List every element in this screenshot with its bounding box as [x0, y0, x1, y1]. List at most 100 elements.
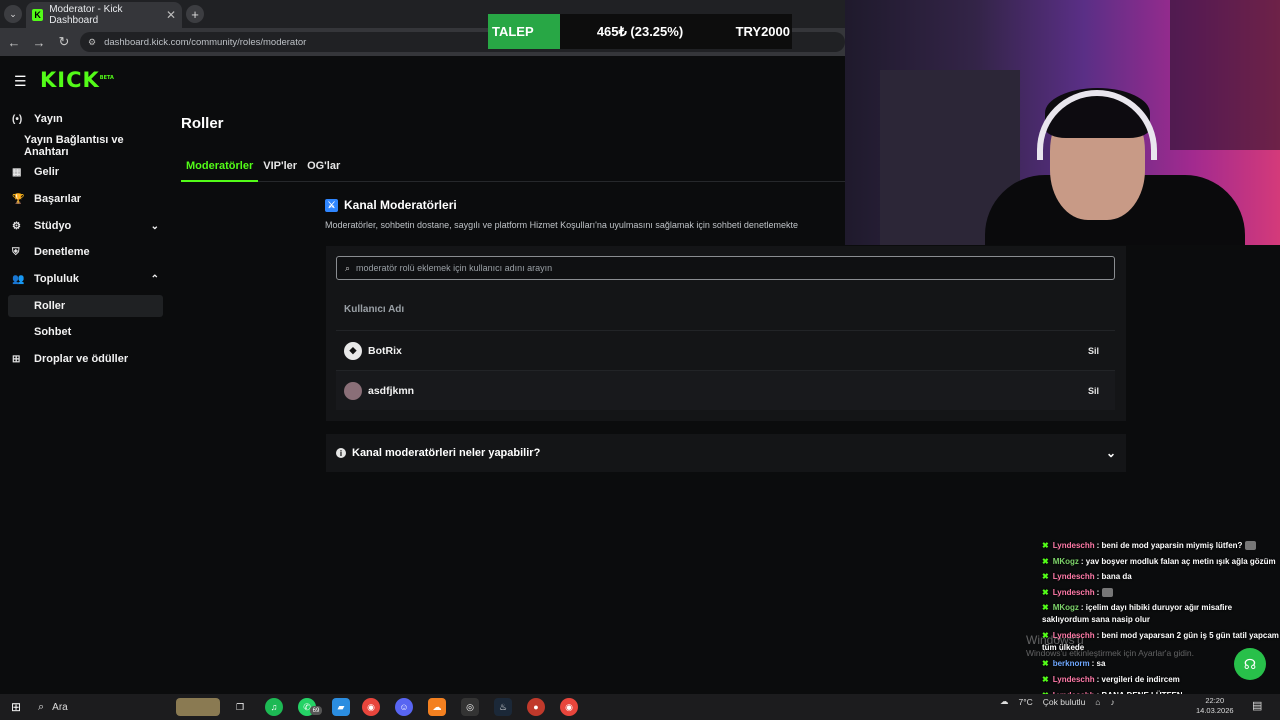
system-tray: ☁ 7°C Çok bulutlu ⌂ ♪ — [1000, 696, 1125, 707]
plus-icon: + — [191, 6, 199, 22]
chat-text: : yav boşver modluk falan aç metin ışık … — [1080, 556, 1276, 566]
emote-icon — [1245, 541, 1257, 551]
reload-icon[interactable]: ↻ — [53, 34, 75, 50]
moderator-name: asdfjkmn — [368, 384, 415, 397]
sidebar-item-label: Stüdyo — [34, 220, 72, 232]
remove-moderator-button[interactable]: Sil — [1088, 346, 1099, 356]
sidebar-item-label: Topluluk — [34, 273, 80, 285]
chrome-icon[interactable]: ◉ — [362, 698, 380, 716]
cloudflare-icon[interactable]: ☁ — [428, 698, 446, 716]
section-title: ⚔ Kanal Moderatörleri — [325, 198, 457, 212]
windows-start-icon[interactable]: ⊞ — [0, 700, 32, 714]
watermark-line1: Windows'u — [1026, 633, 1084, 647]
taskbar-search[interactable]: ⌕ Ara — [32, 694, 162, 720]
community-icon: 👥 — [12, 273, 25, 285]
chat-message: ✖ MKogz: yav boşver modluk falan aç metin… — [1038, 554, 1280, 570]
moderator-row: ◆ BotRix Sil — [336, 330, 1115, 370]
moderator-search-input[interactable]: ⌕ moderatör rolü eklemek için kullanıcı … — [336, 256, 1115, 280]
info-icon: i — [336, 448, 346, 458]
sidebar-item-studyo[interactable]: ⚙ Stüdyo ⌄ — [8, 215, 163, 237]
chat-text: : beni de mod yaparsin miymiş lütfen? — [1096, 541, 1243, 550]
url-text: dashboard.kick.com/community/roles/moder… — [104, 36, 307, 48]
chat-text: : bana da — [1096, 572, 1132, 582]
steam-icon[interactable]: ♨ — [494, 698, 512, 716]
notification-icon[interactable]: ▤ — [1252, 699, 1262, 712]
news-widget-icon[interactable] — [176, 698, 220, 716]
sidebar-item-gelir[interactable]: ▦ Gelir — [8, 161, 163, 183]
ticker-goal: TRY2000 — [735, 24, 790, 39]
search-placeholder: moderatör rolü eklemek için kullanıcı ad… — [356, 263, 553, 273]
kick-logo[interactable]: KICKBETA — [40, 68, 114, 92]
chat-username: Lyndeschh — [1052, 674, 1095, 684]
sidebar-item-topluluk[interactable]: 👥 Topluluk ⌃ — [8, 268, 163, 290]
weather-temp: 7°C — [1018, 696, 1033, 707]
chevron-up-icon: ⌃ — [150, 273, 159, 285]
browser-tab[interactable]: K Moderator - Kick Dashboard ✕ — [26, 2, 182, 28]
chat-username: Lyndeschh — [1052, 541, 1095, 550]
kick-badge-icon: ✖ — [1042, 674, 1049, 684]
headset-icon: ☊ — [1243, 655, 1257, 672]
new-tab-button[interactable]: + — [186, 5, 204, 23]
tab-moderators[interactable]: Moderatörler — [181, 158, 259, 182]
chat-username: MKogz — [1052, 603, 1079, 613]
file-explorer-icon[interactable]: ▰ — [332, 698, 350, 716]
spotify-icon[interactable]: ♫ — [265, 698, 283, 716]
page-title: Roller — [181, 115, 224, 132]
support-chat-button[interactable]: ☊ — [1234, 648, 1266, 680]
sidebar-item-label: Başarılar — [34, 193, 82, 205]
sidebar-item-label: Droplar ve ödüller — [34, 353, 129, 365]
faq-accordion[interactable]: i Kanal moderatörleri neler yapabilir? ⌄ — [326, 434, 1126, 472]
sidebar-item-label: Denetleme — [34, 246, 90, 258]
back-icon[interactable]: ← — [3, 35, 25, 50]
chat-message: ✖ Lyndeschh: beni de mod yaparsin miymiş … — [1038, 538, 1280, 554]
chat-username: berknorm — [1052, 659, 1090, 669]
watermark-line2: Windows'u etkinleştirmek için Ayarlar'a … — [1026, 648, 1194, 658]
chat-username: Lyndeschh — [1052, 572, 1095, 582]
chat-message: ✖ MKogz: içelim dayı hibiki duruyor ağır … — [1038, 600, 1280, 628]
gear-icon: ⚙ — [12, 220, 21, 232]
sidebar-item-roller[interactable]: Roller — [8, 295, 163, 317]
discord-icon[interactable]: ☺ — [395, 698, 413, 716]
sidebar-item-label: Sohbet — [34, 326, 72, 338]
remove-moderator-button[interactable]: Sil — [1088, 386, 1099, 396]
sidebar-item-sohbet[interactable]: Sohbet — [8, 321, 163, 343]
volume-icon[interactable]: ♪ — [1110, 697, 1114, 707]
tab-list-button[interactable]: ⌄ — [4, 5, 22, 23]
chat-text: : vergileri de indircem — [1096, 674, 1180, 684]
windows-activation-watermark: Windows'u Windows'u etkinleştirmek için … — [1026, 634, 1194, 660]
tab-vips[interactable]: VIP'ler — [258, 158, 302, 182]
sidebar-item-droplar[interactable]: ⊞ Droplar ve ödüller — [8, 348, 163, 370]
forward-icon[interactable]: → — [28, 35, 50, 50]
tab-ogs[interactable]: OG'lar — [302, 158, 345, 182]
network-icon[interactable]: ⌂ — [1095, 697, 1100, 707]
obs-icon[interactable]: ◎ — [461, 698, 479, 716]
emote-icon — [1102, 588, 1114, 598]
ticker-amount: 465₺ (23.25%) — [596, 23, 684, 39]
whatsapp-badge: 69 — [310, 706, 322, 715]
sidebar-item-denetleme[interactable]: ⛨ Denetleme — [8, 241, 163, 263]
chat-username: Lyndeschh — [1052, 587, 1095, 597]
avatar — [344, 381, 362, 400]
chat-message: ✖ Lyndeschh: — [1038, 585, 1280, 601]
taskbar-clock[interactable]: 22:20 14.03.2026 — [1196, 696, 1234, 716]
menu-icon[interactable]: ☰ — [14, 73, 27, 90]
sidebar-item-yayin[interactable]: (•) Yayın — [8, 108, 163, 130]
sidebar-item-stream-key[interactable]: Yayın Bağlantısı ve Anahtarı — [8, 134, 163, 158]
sidebar-item-basarilar[interactable]: 🏆 Başarılar — [8, 188, 163, 210]
moderator-row: asdfjkmn Sil — [336, 370, 1115, 410]
donation-ticker: TALEP 465₺ (23.25%) TRY2000 — [488, 14, 792, 49]
close-tab-icon[interactable]: ✕ — [166, 8, 176, 22]
weather-icon[interactable]: ☁ — [1000, 696, 1009, 707]
task-view-icon[interactable]: ❐ — [231, 698, 249, 716]
drops-icon: ⊞ — [12, 353, 21, 365]
site-info-icon[interactable]: ⚙ — [88, 37, 96, 48]
chat-username: MKogz — [1052, 556, 1079, 566]
sidebar-item-label: Yayın — [34, 113, 63, 125]
broadcast-icon: (•) — [12, 113, 23, 125]
chrome-active-icon[interactable]: ◉ — [560, 698, 578, 716]
ticker-label: TALEP — [488, 14, 560, 49]
kick-badge-icon: ✖ — [1042, 659, 1049, 669]
column-header-username: Kullanıcı Adı — [344, 304, 405, 315]
app-icon[interactable]: ● — [527, 698, 545, 716]
search-icon: ⌕ — [38, 700, 45, 713]
